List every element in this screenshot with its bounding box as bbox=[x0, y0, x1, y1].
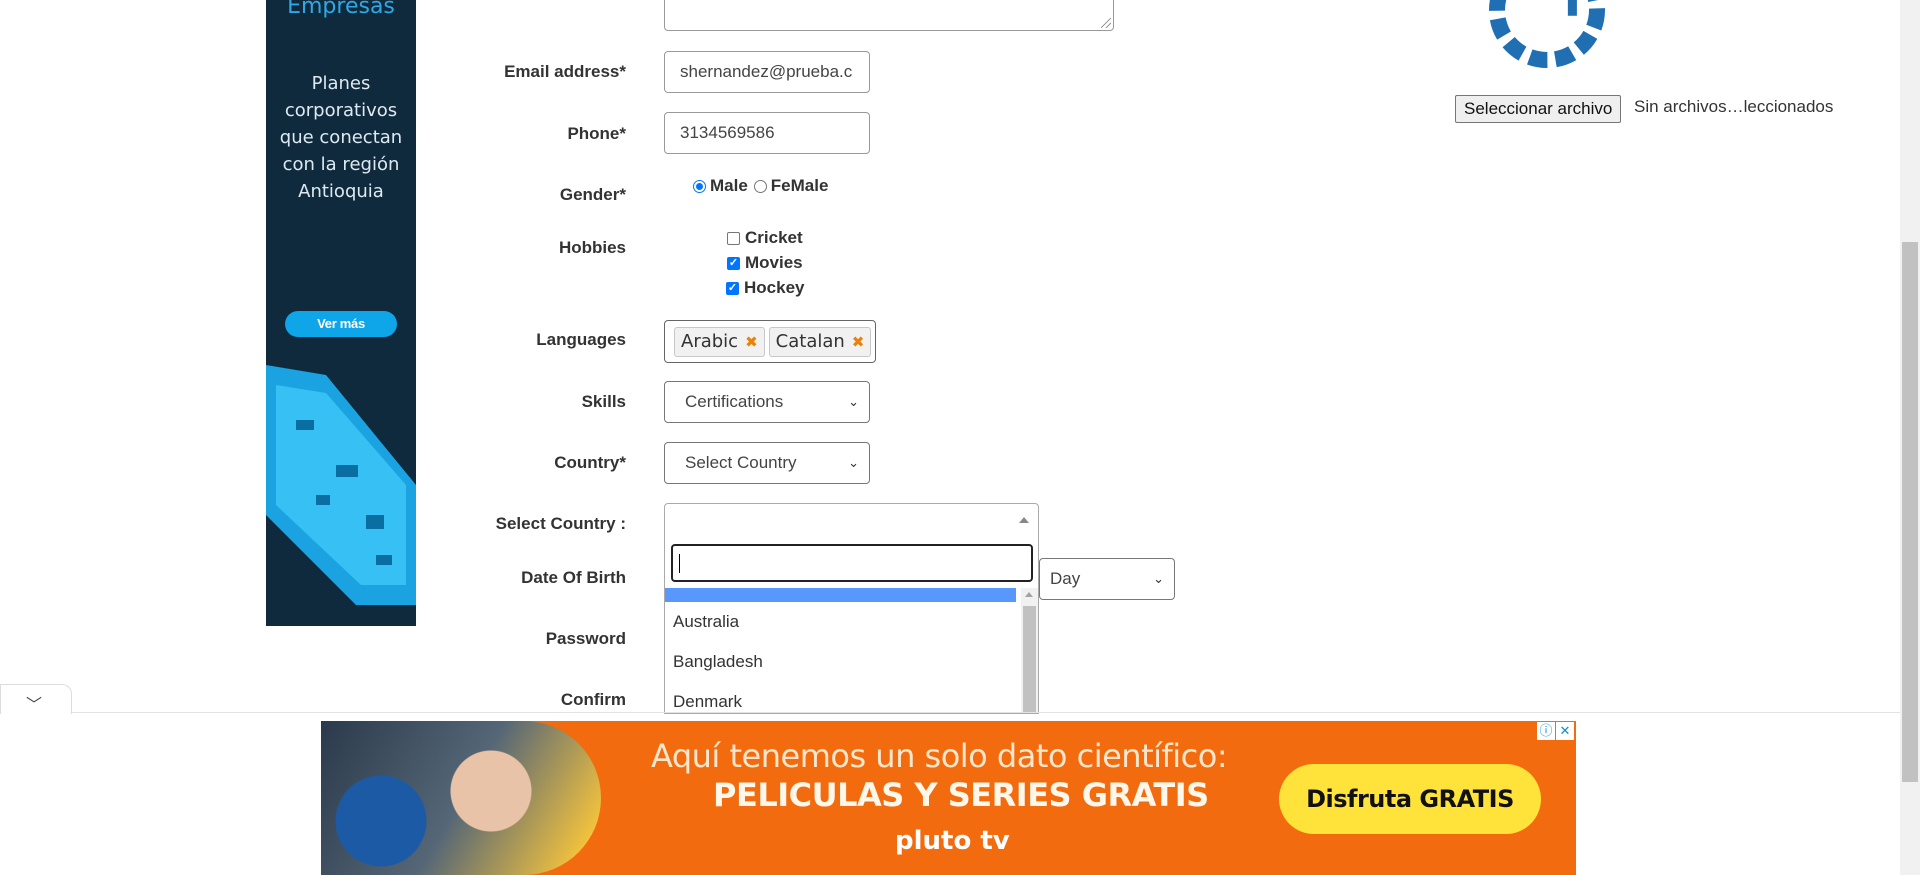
hobby-cricket-checkbox[interactable] bbox=[727, 231, 740, 245]
select-country-dropdown: Australia Bangladesh Denmark bbox=[664, 538, 1039, 714]
ad-divider bbox=[0, 712, 1900, 713]
email-field[interactable]: shernandez@prueba.c bbox=[664, 51, 870, 93]
ad-subheadline: PELICULAS Y SERIES GRATIS bbox=[713, 776, 1209, 814]
skills-select-value: Certifications bbox=[685, 392, 784, 411]
remove-chip-icon[interactable]: ✖ bbox=[852, 333, 865, 351]
language-chip: Arabic ✖ bbox=[674, 326, 765, 357]
dropdown-arrow-icon bbox=[1019, 517, 1029, 523]
email-label: Email address* bbox=[504, 62, 626, 81]
language-chip-label: Arabic bbox=[681, 331, 739, 352]
phone-label: Phone* bbox=[567, 124, 626, 143]
ad-headline: Aquí tenemos un solo dato científico: bbox=[651, 737, 1228, 775]
resize-grip-icon[interactable] bbox=[1101, 18, 1111, 28]
select-country-label: Select Country : bbox=[495, 514, 626, 533]
hobby-cricket-label: Cricket bbox=[745, 228, 803, 247]
text-caret bbox=[679, 554, 680, 573]
remove-chip-icon[interactable]: ✖ bbox=[745, 333, 758, 351]
page-scrollbar[interactable] bbox=[1900, 0, 1920, 875]
skills-select[interactable]: Certifications ⌄ bbox=[664, 381, 870, 423]
ad-photo bbox=[321, 721, 601, 875]
dob-day-select[interactable]: Day ⌄ bbox=[1039, 558, 1175, 600]
side-ad-illustration bbox=[266, 365, 416, 605]
gender-label: Gender* bbox=[559, 185, 626, 204]
ad-info-icon[interactable]: ⓘ bbox=[1537, 722, 1555, 740]
gender-female-label: FeMale bbox=[770, 176, 829, 195]
file-status-text: Sin archivos…leccionados bbox=[1634, 97, 1834, 116]
dropdown-search-input[interactable] bbox=[671, 544, 1033, 582]
page-scrollbar-thumb[interactable] bbox=[1902, 242, 1918, 782]
choose-file-button[interactable]: Seleccionar archivo bbox=[1455, 95, 1622, 123]
country-select-value: Select Country bbox=[685, 453, 797, 472]
hobby-cricket[interactable]: Cricket bbox=[727, 228, 803, 248]
ad-close-icon[interactable]: ✕ bbox=[1556, 722, 1574, 740]
dropdown-scrollbar[interactable] bbox=[1021, 588, 1038, 713]
dropdown-options: Australia Bangladesh Denmark bbox=[665, 588, 1016, 713]
gender-male-radio[interactable] bbox=[693, 179, 706, 193]
gender-options: Male FeMale bbox=[693, 176, 828, 196]
scroll-up-icon[interactable] bbox=[1025, 592, 1033, 597]
side-advertisement[interactable]: Empresas Planes corporativos que conecta… bbox=[266, 0, 416, 626]
ad-brand-logo: pluto tv bbox=[895, 826, 1010, 856]
gender-female-radio[interactable] bbox=[753, 179, 767, 193]
ad-badges: ⓘ ✕ bbox=[1536, 722, 1574, 740]
chevron-down-icon: ⌄ bbox=[848, 455, 859, 470]
languages-multiselect[interactable]: Arabic ✖ Catalan ✖ bbox=[664, 320, 876, 363]
confirm-label: Confirm bbox=[560, 690, 626, 709]
language-chip: Catalan ✖ bbox=[768, 326, 872, 357]
hobby-hockey-checkbox[interactable]: ✓ bbox=[726, 281, 739, 295]
gender-male-label: Male bbox=[710, 176, 748, 195]
dropdown-scrollbar-thumb[interactable] bbox=[1023, 606, 1036, 713]
hobby-movies[interactable]: ✓ Movies bbox=[727, 253, 803, 273]
dropdown-option[interactable]: Bangladesh bbox=[665, 642, 1016, 682]
dropdown-option[interactable]: Australia bbox=[665, 602, 1016, 642]
chevron-down-icon: ﹀ bbox=[26, 697, 43, 714]
chevron-down-icon: ⌄ bbox=[1153, 571, 1164, 586]
languages-label: Languages bbox=[536, 330, 626, 349]
language-chip-label: Catalan bbox=[775, 331, 845, 352]
hobby-movies-label: Movies bbox=[745, 253, 803, 272]
side-ad-button[interactable]: Ver más bbox=[285, 311, 397, 337]
chevron-down-icon: ⌄ bbox=[848, 394, 859, 409]
side-ad-copy: Planes corporativos que conectan con la … bbox=[279, 73, 403, 202]
skills-label: Skills bbox=[581, 392, 626, 411]
collapse-ad-button[interactable]: ﹀ bbox=[0, 684, 72, 714]
dob-day-value: Day bbox=[1050, 569, 1081, 588]
country-select[interactable]: Select Country ⌄ bbox=[664, 442, 870, 484]
bottom-advertisement[interactable]: Aquí tenemos un solo dato científico: PE… bbox=[321, 721, 1576, 875]
country-label: Country* bbox=[554, 453, 626, 472]
hobby-hockey[interactable]: ✓ Hockey bbox=[726, 278, 804, 298]
password-label: Password bbox=[545, 629, 626, 648]
page: Empresas Planes corporativos que conecta… bbox=[0, 0, 1920, 875]
select-country-combobox[interactable] bbox=[664, 503, 1039, 539]
dropdown-option[interactable]: Denmark bbox=[665, 682, 1016, 713]
dropdown-option[interactable] bbox=[665, 588, 1016, 602]
svg-text:T: T bbox=[1556, 0, 1589, 28]
side-ad-brand: Empresas bbox=[287, 0, 395, 19]
site-logo: X T bbox=[1489, 0, 1605, 68]
address-textarea[interactable] bbox=[664, 0, 1114, 31]
hobby-movies-checkbox[interactable]: ✓ bbox=[727, 256, 740, 270]
hobby-hockey-label: Hockey bbox=[744, 278, 805, 297]
phone-field[interactable]: 3134569586 bbox=[664, 112, 870, 154]
hobbies-label: Hobbies bbox=[558, 238, 626, 257]
ad-cta-button[interactable]: Disfruta GRATIS bbox=[1279, 764, 1541, 834]
dob-label: Date Of Birth bbox=[521, 568, 626, 587]
